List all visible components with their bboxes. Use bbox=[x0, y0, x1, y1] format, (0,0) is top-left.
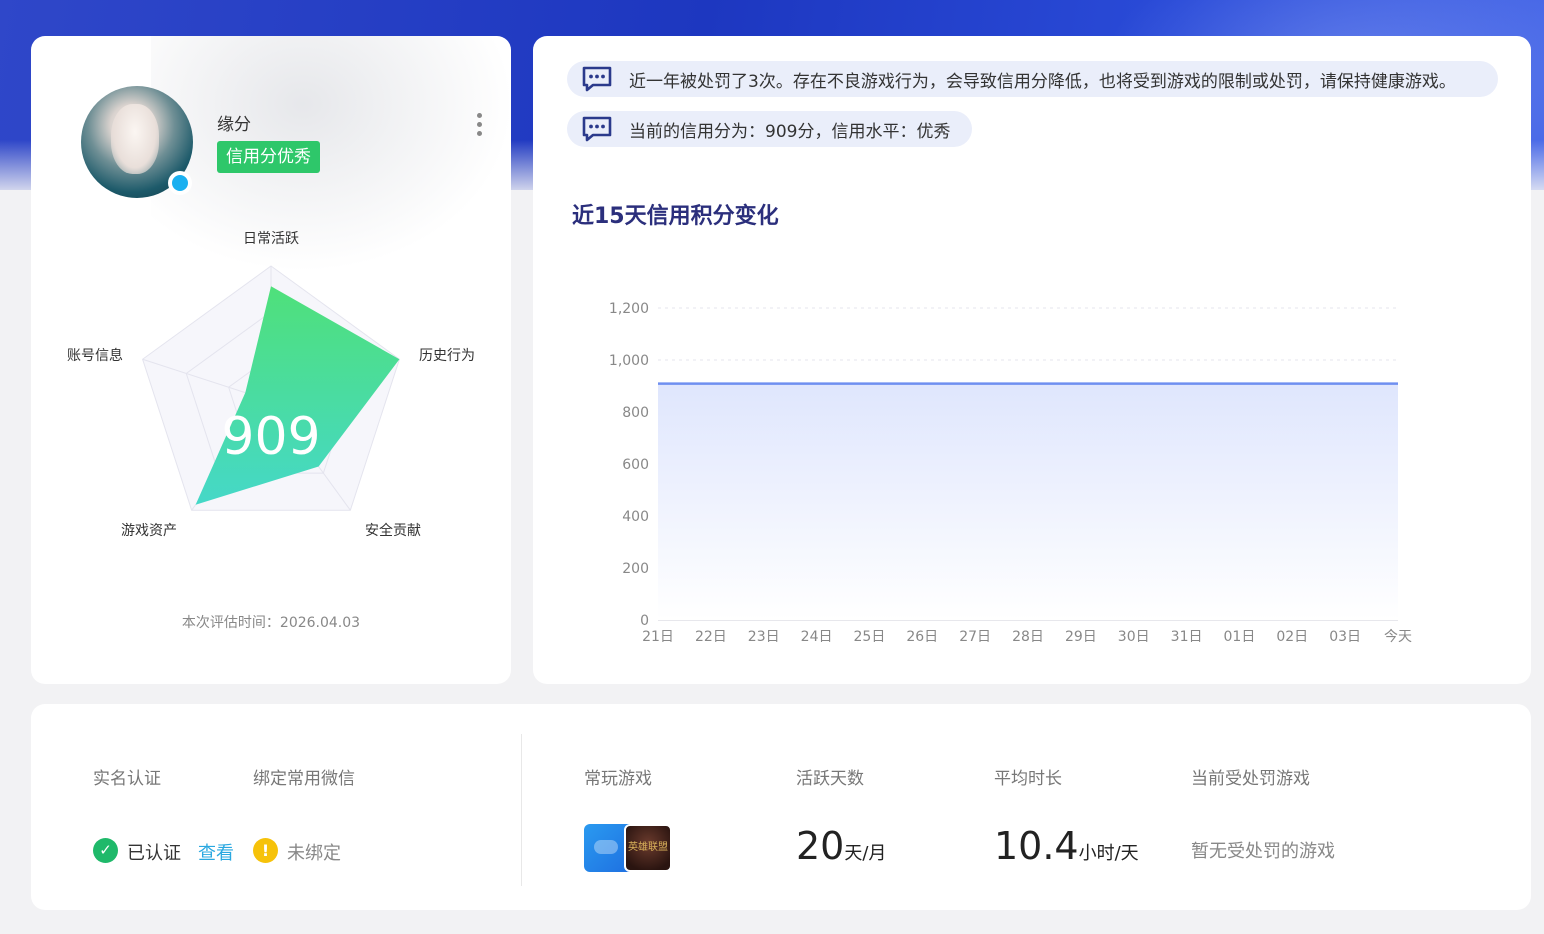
frequent-games-label: 常玩游戏 bbox=[584, 769, 652, 789]
penalty-notice: 近一年被处罚了3次。存在不良游戏行为，会导致信用分降低，也将受到游戏的限制或处罚… bbox=[567, 61, 1498, 97]
warning-icon: ! bbox=[253, 838, 278, 863]
evaluation-time: 本次评估时间：2026.04.03 bbox=[181, 615, 361, 631]
active-days-number: 20 bbox=[796, 824, 845, 868]
x-tick-label: 01日 bbox=[1224, 629, 1256, 645]
real-name-label: 实名认证 bbox=[93, 769, 161, 789]
radar-label-security: 安全贡献 bbox=[365, 522, 421, 539]
y-tick-label: 1,200 bbox=[609, 301, 649, 317]
score-notice: 当前的信用分为：909分，信用水平：优秀 bbox=[567, 111, 973, 147]
x-tick-label: 31日 bbox=[1171, 629, 1203, 645]
message-icon bbox=[582, 116, 612, 142]
x-tick-label: 今天 bbox=[1384, 629, 1412, 645]
y-tick-label: 400 bbox=[622, 509, 649, 525]
qq-badge-icon bbox=[168, 171, 192, 195]
account-summary-card: 实名认证 绑定常用微信 ✓ 已认证 查看 ! 未绑定 常玩游戏 英雄联盟 活跃天… bbox=[31, 704, 1531, 910]
punished-games-label: 当前受处罚游戏 bbox=[1191, 769, 1310, 789]
punished-games-value: 暂无受处罚的游戏 bbox=[1191, 841, 1335, 862]
active-days-unit: 天/月 bbox=[844, 843, 887, 864]
radar-label-daily-active: 日常活跃 bbox=[243, 231, 299, 247]
profile-card: 缘分 信用分优秀 909 日常活跃 历史行为 安全贡献 游戏资产 账号信息 本次… bbox=[31, 36, 511, 684]
x-tick-label: 25日 bbox=[854, 629, 886, 645]
active-days-label: 活跃天数 bbox=[796, 769, 864, 789]
radar-label-game-assets: 游戏资产 bbox=[121, 523, 177, 539]
x-tick-label: 03日 bbox=[1329, 629, 1361, 645]
x-tick-label: 22日 bbox=[695, 629, 727, 645]
y-tick-label: 0 bbox=[640, 613, 649, 629]
section-divider bbox=[521, 734, 522, 886]
y-tick-label: 200 bbox=[622, 561, 649, 577]
radar-label-account-info: 账号信息 bbox=[67, 347, 123, 364]
score-notice-text: 当前的信用分为：909分，信用水平：优秀 bbox=[629, 121, 951, 142]
credit-radar-chart: 909 日常活跃 历史行为 安全贡献 游戏资产 账号信息 bbox=[67, 231, 475, 539]
wechat-bind-label: 绑定常用微信 bbox=[253, 769, 355, 789]
credit-score-number: 909 bbox=[221, 407, 320, 467]
verified-status: 已认证 bbox=[127, 843, 181, 864]
x-tick-label: 28日 bbox=[1012, 629, 1044, 645]
y-tick-label: 1,000 bbox=[609, 353, 649, 369]
chart-x-axis: 21日 22日 23日 24日 25日 26日 27日 28日 29日 30日 31日 01日 02日 0… bbox=[642, 629, 1412, 645]
avg-time-label: 平均时长 bbox=[994, 769, 1062, 789]
avg-time-value: 10.4小时/天 bbox=[994, 824, 1139, 868]
x-tick-label: 02日 bbox=[1276, 629, 1308, 645]
penalty-notice-text: 近一年被处罚了3次。存在不良游戏行为，会导致信用分降低，也将受到游戏的限制或处罚… bbox=[629, 71, 1456, 92]
more-options-icon[interactable] bbox=[474, 113, 484, 143]
x-tick-label: 23日 bbox=[748, 629, 780, 645]
wechat-bind-status[interactable]: 未绑定 bbox=[287, 839, 341, 865]
avg-time-number: 10.4 bbox=[994, 824, 1079, 868]
avg-time-unit: 小时/天 bbox=[1078, 843, 1139, 864]
nickname: 缘分 bbox=[217, 115, 251, 135]
radar-label-history: 历史行为 bbox=[419, 348, 475, 364]
x-tick-label: 24日 bbox=[801, 629, 833, 645]
x-tick-label: 30日 bbox=[1118, 629, 1150, 645]
active-days-value: 20天/月 bbox=[796, 824, 886, 868]
x-tick-label: 27日 bbox=[959, 629, 991, 645]
series-area bbox=[658, 383, 1398, 620]
credit-line-chart: 02004006008001,0001,200 21日 22日 23日 24日 25日 2… bbox=[609, 301, 1412, 645]
chart-title: 近15天信用积分变化 bbox=[572, 204, 779, 229]
game-icon[interactable]: 英雄联盟 bbox=[624, 824, 672, 872]
credit-trend-card: 近一年被处罚了3次。存在不良游戏行为，会导致信用分降低，也将受到游戏的限制或处罚… bbox=[533, 36, 1531, 684]
message-icon bbox=[582, 66, 612, 92]
x-tick-label: 29日 bbox=[1065, 629, 1097, 645]
y-tick-label: 600 bbox=[622, 457, 649, 473]
chart-y-axis: 0 200 400 600 800 1,000 1,200 bbox=[609, 301, 649, 629]
y-tick-label: 800 bbox=[622, 405, 649, 421]
x-tick-label: 21日 bbox=[642, 629, 674, 645]
view-verification-link[interactable]: 查看 bbox=[198, 839, 234, 865]
credit-level-badge: 信用分优秀 bbox=[217, 141, 320, 173]
check-circle-icon: ✓ bbox=[93, 838, 118, 863]
x-tick-label: 26日 bbox=[906, 629, 938, 645]
